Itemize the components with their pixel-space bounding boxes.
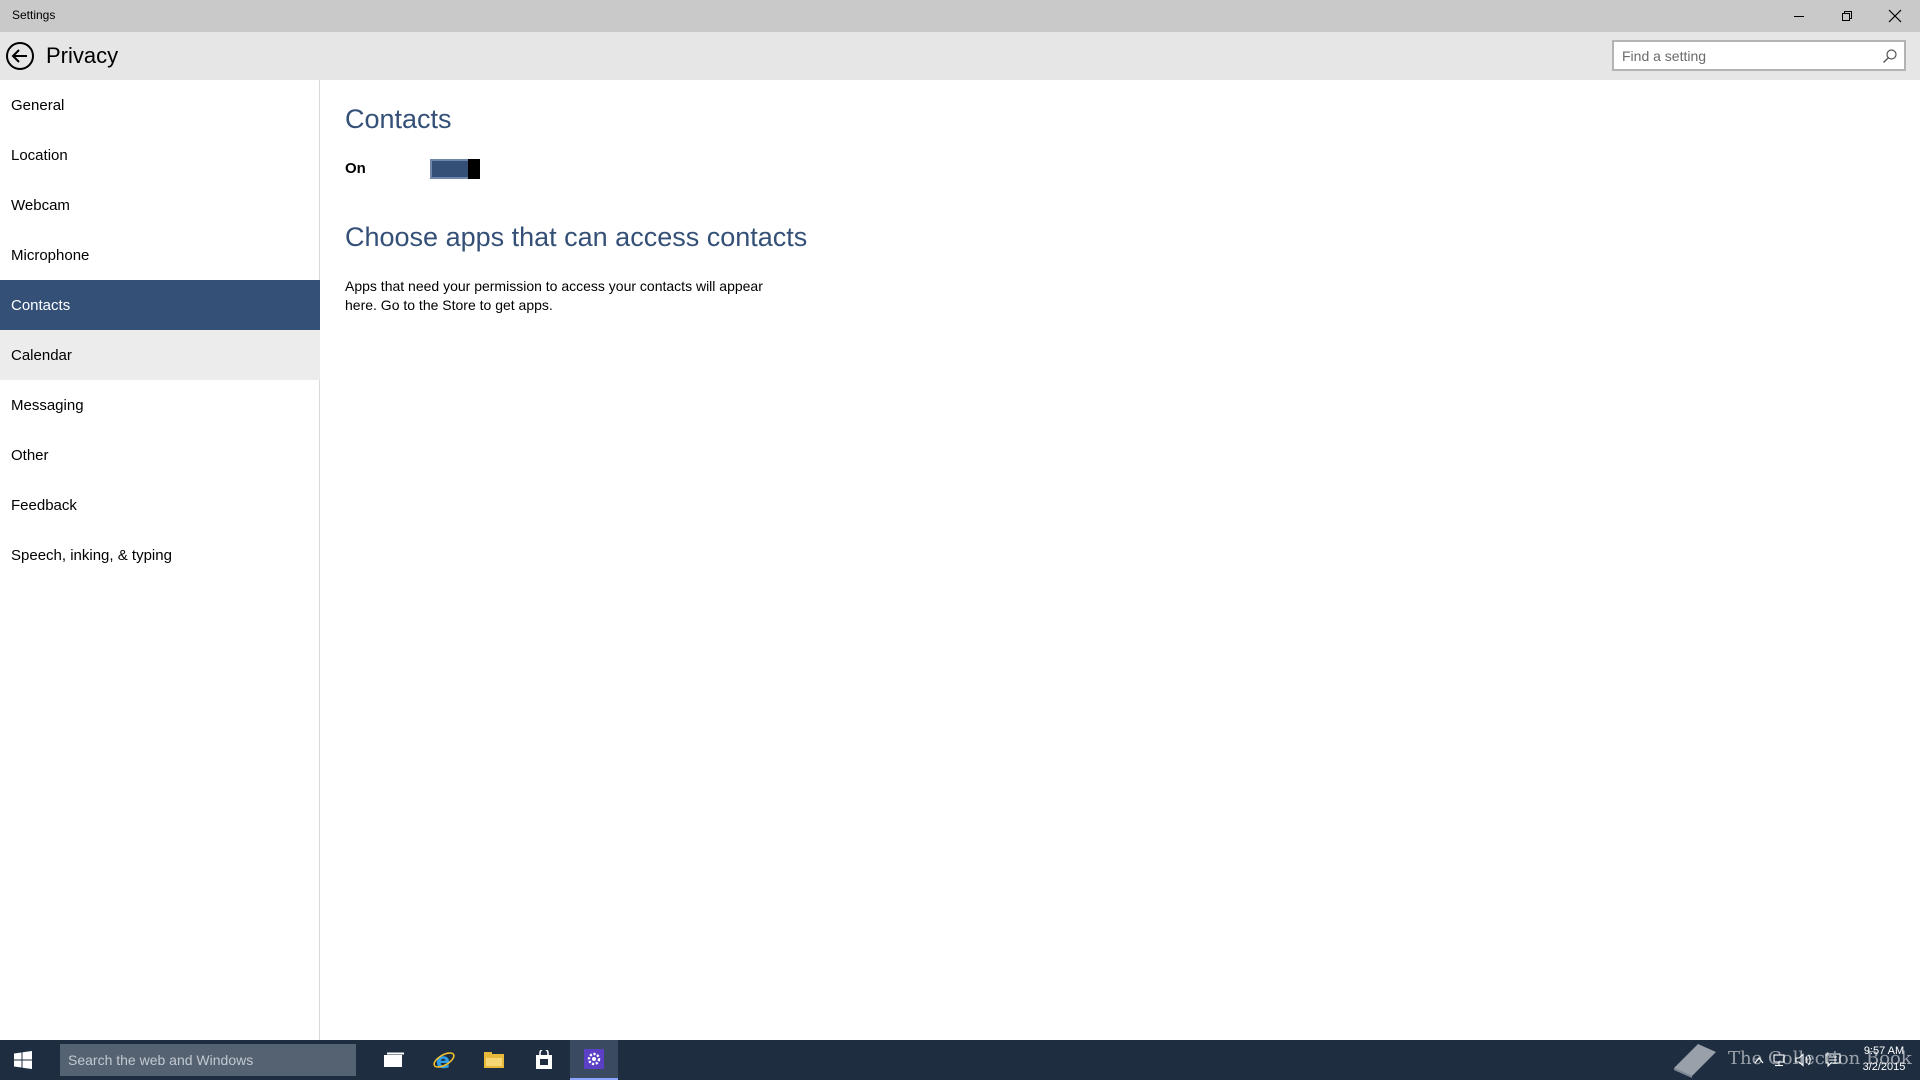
action-center-icon — [1825, 1053, 1841, 1067]
sidebar-item-speech-inking-typing[interactable]: Speech, inking, & typing — [0, 530, 320, 580]
sidebar-item-microphone[interactable]: Microphone — [0, 230, 320, 280]
back-arrow-icon — [6, 42, 34, 70]
title-bar: Settings — [0, 0, 1920, 32]
window-title: Settings — [12, 8, 56, 22]
section-description: Apps that need your permission to access… — [345, 277, 785, 315]
network-icon — [1773, 1054, 1785, 1067]
volume-button[interactable] — [1795, 1052, 1813, 1068]
close-button[interactable] — [1872, 0, 1918, 32]
settings-gear-icon — [584, 1049, 604, 1069]
store-icon — [536, 1050, 552, 1069]
minimize-icon — [1794, 16, 1804, 17]
taskbar-task-view[interactable] — [370, 1040, 418, 1080]
book-icon — [1674, 1044, 1716, 1078]
search-icon[interactable] — [1882, 48, 1898, 64]
back-button[interactable] — [5, 41, 35, 71]
search-box[interactable] — [1612, 40, 1906, 71]
internet-explorer-icon: e — [433, 1049, 455, 1072]
contacts-access-toggle[interactable] — [430, 159, 480, 179]
sidebar-item-other[interactable]: Other — [0, 430, 320, 480]
section-description-line-1: Apps that need your permission to access… — [345, 278, 763, 294]
taskbar-store[interactable] — [520, 1040, 568, 1080]
windows-logo-icon — [14, 1051, 32, 1069]
network-button[interactable] — [1770, 1052, 1788, 1068]
minimize-button[interactable] — [1776, 0, 1822, 32]
section-description-line-2: here. Go to the Store to get apps. — [345, 297, 553, 313]
toggle-state-label: On — [345, 160, 366, 177]
volume-icon — [1795, 1053, 1811, 1067]
taskbar-search[interactable] — [60, 1044, 356, 1076]
page-title: Privacy — [46, 43, 119, 68]
restore-button[interactable] — [1824, 0, 1870, 32]
taskbar-search-input[interactable] — [68, 1052, 348, 1068]
sidebar-item-general[interactable]: General — [0, 80, 320, 130]
show-hidden-icons-button[interactable] — [1750, 1052, 1768, 1068]
taskbar-file-explorer[interactable] — [470, 1040, 518, 1080]
file-explorer-icon — [484, 1052, 504, 1068]
toggle-knob[interactable] — [468, 159, 480, 179]
close-icon — [1888, 9, 1902, 23]
section-title: Contacts — [345, 104, 452, 134]
sidebar-item-webcam[interactable]: Webcam — [0, 180, 320, 230]
start-button[interactable] — [0, 1040, 46, 1080]
header: Privacy — [0, 32, 1920, 80]
sidebar-item-calendar[interactable]: Calendar — [0, 330, 320, 380]
taskbar-internet-explorer[interactable]: e — [420, 1040, 468, 1080]
clock-time: 9:57 AM — [1863, 1045, 1905, 1057]
action-center-button[interactable] — [1824, 1052, 1842, 1068]
search-input[interactable] — [1622, 46, 1877, 66]
restore-icon — [1842, 11, 1852, 21]
taskbar: e The Collection Book — [0, 1040, 1920, 1080]
clock-date: 3/2/2015 — [1862, 1061, 1906, 1073]
taskbar-clock[interactable]: 9:57 AM 3/2/2015 — [1854, 1043, 1914, 1075]
sidebar-item-contacts[interactable]: Contacts — [0, 280, 320, 330]
sidebar-item-messaging[interactable]: Messaging — [0, 380, 320, 430]
sidebar: General Location Webcam Microphone Conta… — [0, 80, 320, 1040]
sidebar-item-feedback[interactable]: Feedback — [0, 480, 320, 530]
task-view-icon — [384, 1052, 404, 1067]
taskbar-settings[interactable] — [570, 1040, 618, 1080]
show-hidden-icons-icon — [1754, 1057, 1764, 1064]
sidebar-item-location[interactable]: Location — [0, 130, 320, 180]
section-heading: Choose apps that can access contacts — [345, 222, 808, 252]
